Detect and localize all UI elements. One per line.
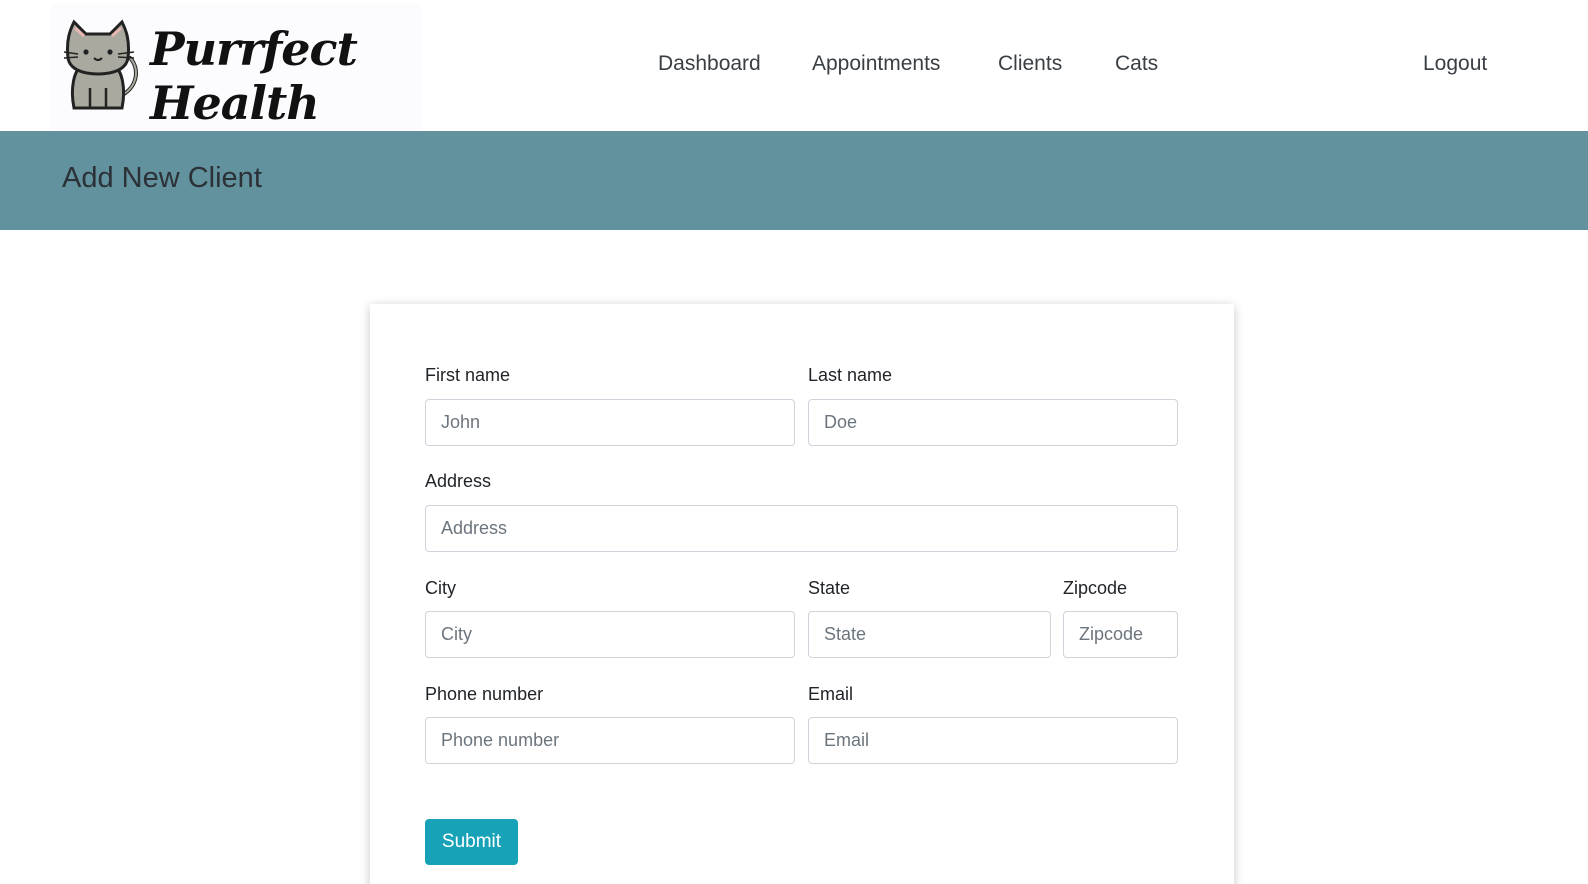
brand-logo[interactable]: Purrfect Health <box>50 4 422 130</box>
address-label: Address <box>425 471 492 491</box>
nav-cats[interactable]: Cats <box>1115 52 1158 76</box>
first-name-label: First name <box>425 365 511 385</box>
address-input[interactable] <box>425 505 1178 552</box>
nav-dashboard[interactable]: Dashboard <box>658 52 761 76</box>
nav-logout[interactable]: Logout <box>1423 52 1487 76</box>
cat-icon <box>63 19 138 110</box>
city-input[interactable] <box>425 611 795 658</box>
phone-input[interactable] <box>425 717 795 764</box>
state-input[interactable] <box>808 611 1051 658</box>
last-name-input[interactable] <box>808 399 1178 446</box>
state-label: State <box>808 578 851 598</box>
add-client-form: First name Last name Address City State … <box>370 304 1234 884</box>
nav-clients[interactable]: Clients <box>998 52 1062 76</box>
navbar: Purrfect Health Dashboard Appointments C… <box>0 0 1588 131</box>
page-title: Add New Client <box>62 162 262 194</box>
city-label: City <box>425 578 456 598</box>
zipcode-label: Zipcode <box>1063 578 1128 598</box>
brand-name: Purrfect Health <box>150 22 358 130</box>
phone-label: Phone number <box>425 684 544 704</box>
zipcode-input[interactable] <box>1063 611 1178 658</box>
nav-appointments[interactable]: Appointments <box>812 52 940 76</box>
email-input[interactable] <box>808 717 1178 764</box>
email-label: Email <box>808 684 854 704</box>
page-banner: Add New Client <box>0 131 1588 230</box>
first-name-input[interactable] <box>425 399 795 446</box>
submit-button[interactable]: Submit <box>425 819 518 865</box>
last-name-label: Last name <box>808 365 893 385</box>
